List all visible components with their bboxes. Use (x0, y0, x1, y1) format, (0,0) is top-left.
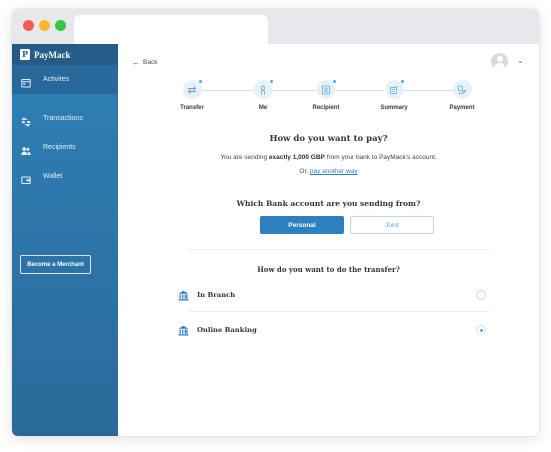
bank-icon (176, 323, 190, 337)
option-label: Online Banking (197, 326, 257, 334)
option-label: In Branch (197, 291, 236, 299)
divider (188, 311, 490, 312)
browser-tab[interactable] (74, 15, 268, 44)
payment-icon (452, 80, 472, 99)
sidebar-item-label: Activites (43, 76, 70, 83)
step-recipient[interactable]: Recipient (296, 79, 356, 111)
transactions-icon (21, 114, 31, 127)
sidebar-item-label: Wallet (43, 173, 63, 180)
become-merchant-button[interactable]: Become a Merchant (20, 255, 91, 274)
transfer-arrows-icon (182, 79, 203, 99)
step-summary[interactable]: Summary (364, 79, 424, 111)
sidebar-item-activites[interactable]: Activites (12, 65, 118, 94)
sidebar-item-label: Recipients (43, 144, 76, 151)
pay-heading: How do you want to pay? (269, 134, 388, 144)
step-label: Me (258, 105, 268, 111)
sidebar-item-label: Transactions (43, 115, 83, 122)
sending-suffix: from your bank to PayMack's account. (324, 154, 437, 161)
sending-summary: You are sending exactly 1,000 GBP from y… (118, 154, 539, 161)
minimize-window-button[interactable] (39, 20, 50, 31)
progress-stepper: Transfer Me Recipient Summary Payment (118, 79, 539, 120)
transfer-method-heading: How do you want to do the transfer? (257, 265, 400, 274)
calendar-icon (21, 75, 31, 87)
step-label: Recipient (312, 105, 340, 111)
step-label: Summary (380, 105, 408, 111)
brand-logo: P (20, 49, 30, 60)
bank-account-heading: Which Bank account are you sending from? (236, 199, 421, 208)
pay-another-way-link[interactable]: pay another way (310, 168, 358, 175)
bank-icon (176, 288, 190, 302)
alternate-payment: Or, pay another way (118, 168, 539, 175)
divider (188, 249, 490, 250)
in-branch-radio[interactable] (476, 290, 486, 300)
personal-account-button[interactable]: Personal (260, 216, 344, 234)
option-in-branch[interactable]: In Branch (176, 284, 486, 306)
sidebar: P PayMack Activites Transactions Recipie… (12, 44, 118, 436)
main-content: ← Back ⌄ Transfer Me Recipient Summary P… (118, 44, 539, 436)
summary-icon (384, 79, 405, 99)
chevron-down-icon[interactable]: ⌄ (517, 56, 524, 65)
step-label: Transfer (180, 105, 204, 111)
joint-account-button[interactable]: Joint (350, 216, 434, 234)
avatar[interactable] (491, 53, 508, 70)
step-label: Payment (449, 105, 475, 111)
title-bar (12, 9, 539, 44)
brand-name: PayMack (34, 49, 71, 60)
back-label: Back (143, 59, 158, 66)
sending-prefix: You are sending (220, 154, 269, 161)
or-prefix: Or, (299, 168, 310, 175)
sending-amount: exactly 1,000 GBP (268, 154, 325, 161)
person-icon (253, 79, 274, 99)
users-icon (21, 143, 31, 155)
sidebar-item-wallet[interactable]: Wallet (12, 162, 118, 191)
sidebar-item-recipients[interactable]: Recipients (12, 133, 118, 162)
online-banking-radio[interactable] (476, 325, 486, 335)
option-online-banking[interactable]: Online Banking (176, 319, 486, 341)
back-button[interactable]: ← Back (132, 58, 157, 67)
step-payment[interactable]: Payment (432, 80, 492, 111)
brand[interactable]: P PayMack (12, 44, 118, 65)
wallet-icon (21, 172, 31, 184)
step-transfer[interactable]: Transfer (162, 79, 222, 111)
step-me[interactable]: Me (233, 79, 293, 111)
back-arrow-icon: ← (132, 58, 140, 67)
maximize-window-button[interactable] (55, 20, 66, 31)
sidebar-item-transactions[interactable]: Transactions (12, 104, 118, 133)
close-window-button[interactable] (23, 20, 34, 31)
browser-window: P PayMack Activites Transactions Recipie… (12, 9, 539, 436)
recipient-icon (316, 79, 337, 99)
